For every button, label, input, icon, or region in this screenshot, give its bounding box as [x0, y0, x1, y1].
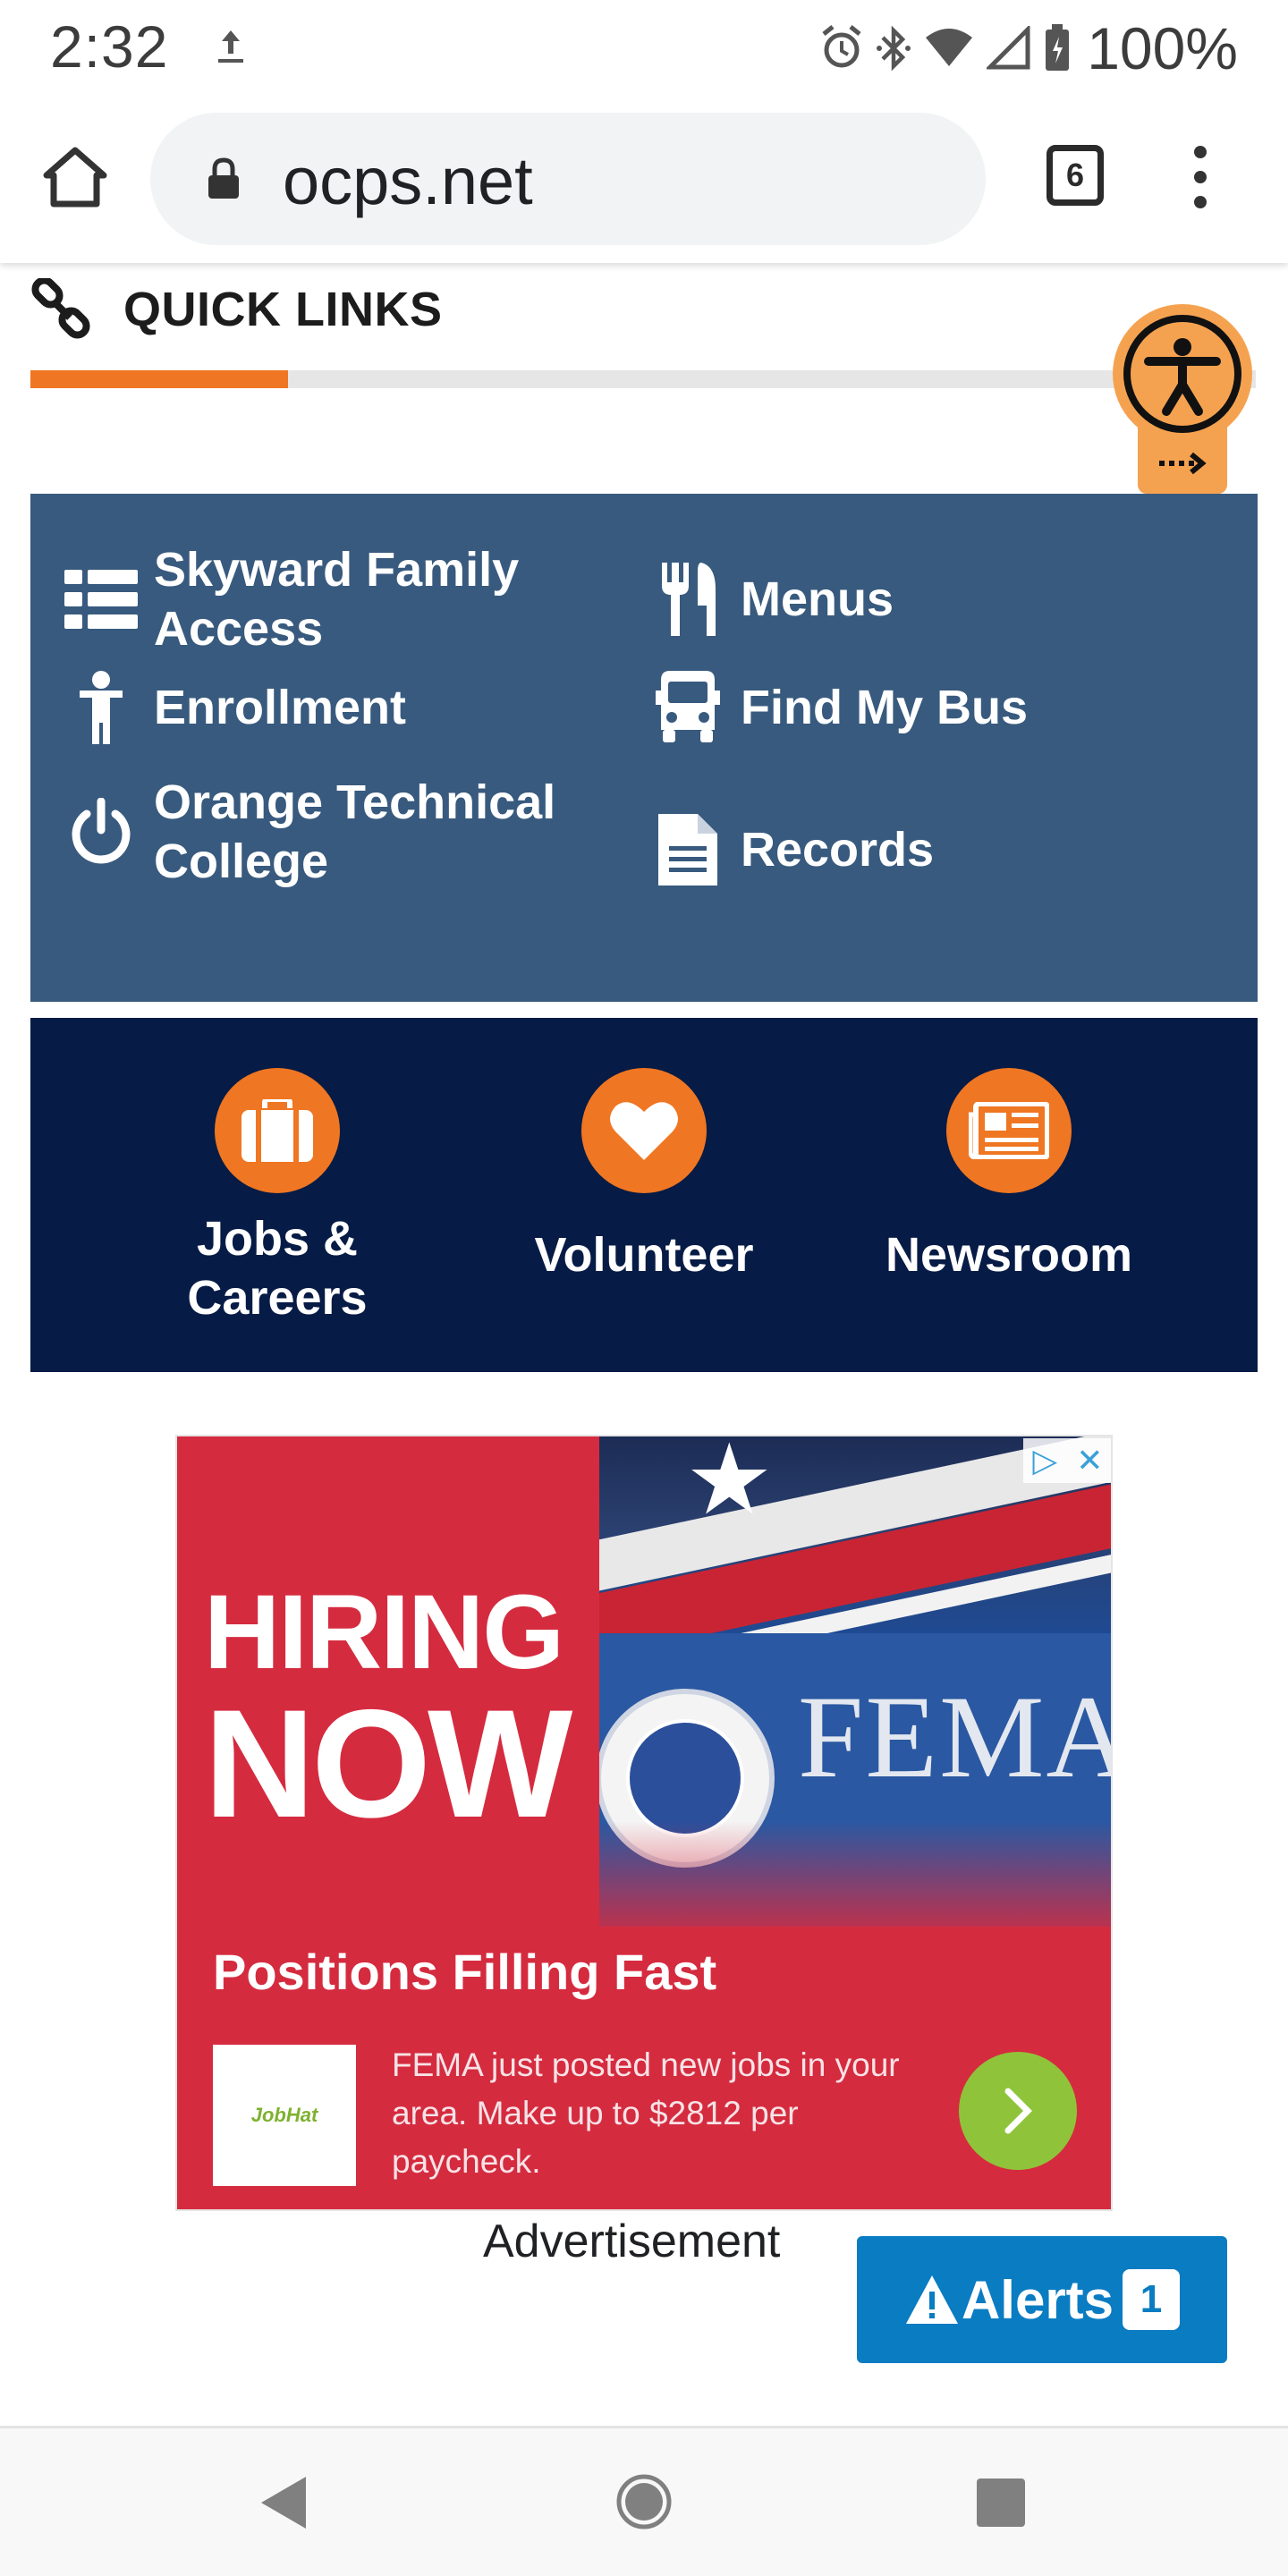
- quick-link-label: Find My Bus: [741, 681, 1028, 734]
- list-icon: [63, 561, 140, 638]
- accessibility-button[interactable]: [1113, 304, 1252, 444]
- accessibility-icon: [1144, 338, 1221, 416]
- bus-icon: [649, 669, 726, 746]
- feature-jobs-careers[interactable]: Jobs & Careers: [125, 1068, 429, 1327]
- feature-label: Volunteer: [534, 1228, 754, 1282]
- feature-label: Newsroom: [885, 1228, 1133, 1282]
- quick-link-skyward[interactable]: Skyward Family Access: [63, 540, 519, 658]
- quick-link-label: College: [154, 835, 329, 888]
- lock-icon: [208, 157, 239, 199]
- url-text: ocps.net: [283, 144, 533, 218]
- quick-link-menus[interactable]: Menus: [649, 540, 894, 658]
- quick-link-records[interactable]: Records: [649, 791, 934, 909]
- quick-link-label: Orange Technical: [154, 775, 556, 829]
- quick-link-enrollment[interactable]: Enrollment: [63, 669, 406, 746]
- warning-icon: [905, 2275, 958, 2324]
- battery-percent: 100%: [1087, 15, 1238, 81]
- url-bar[interactable]: ocps.net: [150, 113, 986, 245]
- newspaper-icon: [946, 1068, 1072, 1193]
- recent-apps-icon[interactable]: [977, 2479, 1025, 2527]
- accessibility-widget[interactable]: [1113, 304, 1252, 494]
- browser-toolbar: ocps.net 6: [0, 97, 1288, 263]
- quick-links-progress-fill: [30, 370, 288, 388]
- quick-link-find-my-bus[interactable]: Find My Bus: [649, 669, 1028, 746]
- ad-headline: Positions Filling Fast: [213, 1944, 717, 2000]
- quick-link-orange-technical-college[interactable]: Orange Technical College: [63, 773, 555, 891]
- page-content: QUICK LINKS Skyward Family Access Menus …: [0, 263, 1288, 2428]
- feature-label: Jobs &: [196, 1212, 359, 1266]
- quick-link-label: Menus: [741, 572, 894, 626]
- battery-icon: [1046, 24, 1070, 71]
- utensils-icon: [649, 561, 726, 638]
- back-icon[interactable]: [259, 2475, 308, 2530]
- home-circle-icon[interactable]: [615, 2473, 673, 2530]
- power-icon: [63, 793, 140, 870]
- quick-link-label: Enrollment: [154, 681, 407, 734]
- link-icon: [31, 278, 90, 339]
- quick-links-grid: Skyward Family Access Menus Enrollment F…: [30, 494, 1258, 1002]
- alerts-count-badge: 1: [1123, 2269, 1181, 2330]
- tab-switcher-button[interactable]: 6: [1046, 145, 1104, 206]
- ad-choices-icon[interactable]: ▷: [1033, 1443, 1058, 1479]
- overflow-menu-icon[interactable]: [1184, 141, 1216, 213]
- home-icon[interactable]: [41, 143, 109, 211]
- advertisement[interactable]: HIRING NOW ★ FEMA ▷ ✕ Positions Filling …: [175, 1435, 1113, 2211]
- bluetooth-icon: [877, 25, 911, 72]
- ad-close-icon[interactable]: ✕: [1076, 1443, 1103, 1479]
- upload-icon: [218, 30, 243, 63]
- quick-links-title: QUICK LINKS: [123, 283, 443, 336]
- quick-link-label: Records: [741, 823, 935, 877]
- feature-volunteer[interactable]: Volunteer: [492, 1068, 796, 1284]
- ad-logo-text: JobHat: [250, 2104, 318, 2126]
- ad-cta-button[interactable]: [959, 2052, 1077, 2170]
- status-time: 2:32: [50, 13, 169, 80]
- ad-fema-text: FEMA: [798, 1671, 1113, 1802]
- alerts-label: Alerts: [961, 2269, 1114, 2330]
- ad-choices[interactable]: ▷ ✕: [1023, 1438, 1111, 1483]
- ad-hiring-text: HIRING: [204, 1573, 564, 1691]
- child-icon: [63, 669, 140, 746]
- document-icon: [649, 811, 726, 888]
- alarm-icon: [822, 25, 861, 68]
- quick-links-progress: [30, 370, 1256, 388]
- feature-label: Careers: [187, 1271, 368, 1325]
- status-bar: 2:32 100%: [0, 0, 1288, 97]
- ad-now-text: NOW: [204, 1678, 572, 1850]
- quick-links-header: QUICK LINKS: [30, 277, 443, 342]
- ad-caption: Advertisement: [483, 2216, 781, 2267]
- quick-link-label: Access: [154, 602, 324, 656]
- ad-body: FEMA just posted new jobs in your area. …: [392, 2046, 900, 2180]
- heart-icon: [581, 1068, 707, 1193]
- status-icons: 100%: [820, 9, 1238, 88]
- ad-logo: JobHat: [213, 2045, 356, 2186]
- system-nav-bar: [0, 2426, 1288, 2576]
- feature-newsroom[interactable]: Newsroom: [857, 1068, 1161, 1284]
- wifi-icon: [926, 29, 973, 66]
- chevron-right-icon: [1004, 2088, 1032, 2134]
- alerts-button[interactable]: Alerts 1: [857, 2236, 1227, 2363]
- feature-band: Jobs & Careers Volunteer Newsroom: [30, 1018, 1258, 1372]
- quick-link-label: Skyward Family: [154, 543, 520, 597]
- briefcase-icon: [215, 1068, 340, 1193]
- star-icon: ★: [685, 1436, 774, 1535]
- signal-icon: [987, 26, 1030, 70]
